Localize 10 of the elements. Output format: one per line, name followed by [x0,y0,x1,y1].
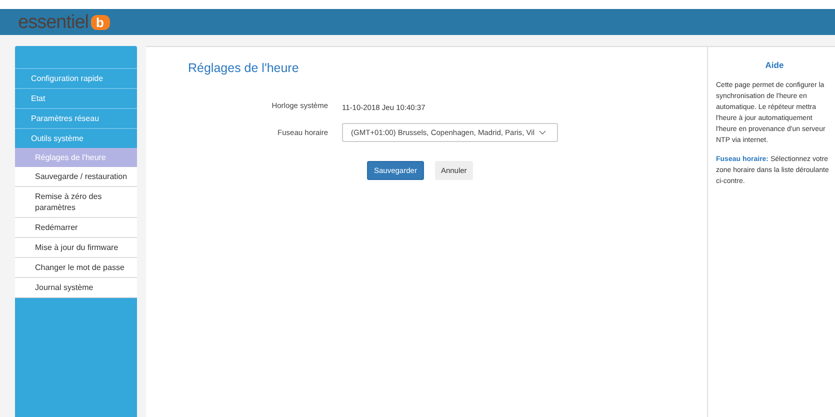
sidebar-item[interactable]: Changer le mot de passe [15,258,137,278]
sidebar-item[interactable]: Mise à jour du firmware [15,238,137,258]
help-title: Aide [764,59,785,72]
sidebar-item[interactable]: Sauvegarde / restauration [15,167,137,187]
page-title: Réglages de l'heure [188,60,300,77]
chevron-down-icon [538,130,546,136]
logo: essentiel b [18,12,110,32]
sidebar-item[interactable]: Remise à zéro des paramètres [15,187,137,218]
sidebar-item[interactable]: Redémarrer [15,218,137,238]
sidebar-item[interactable]: Journal système [15,278,137,298]
